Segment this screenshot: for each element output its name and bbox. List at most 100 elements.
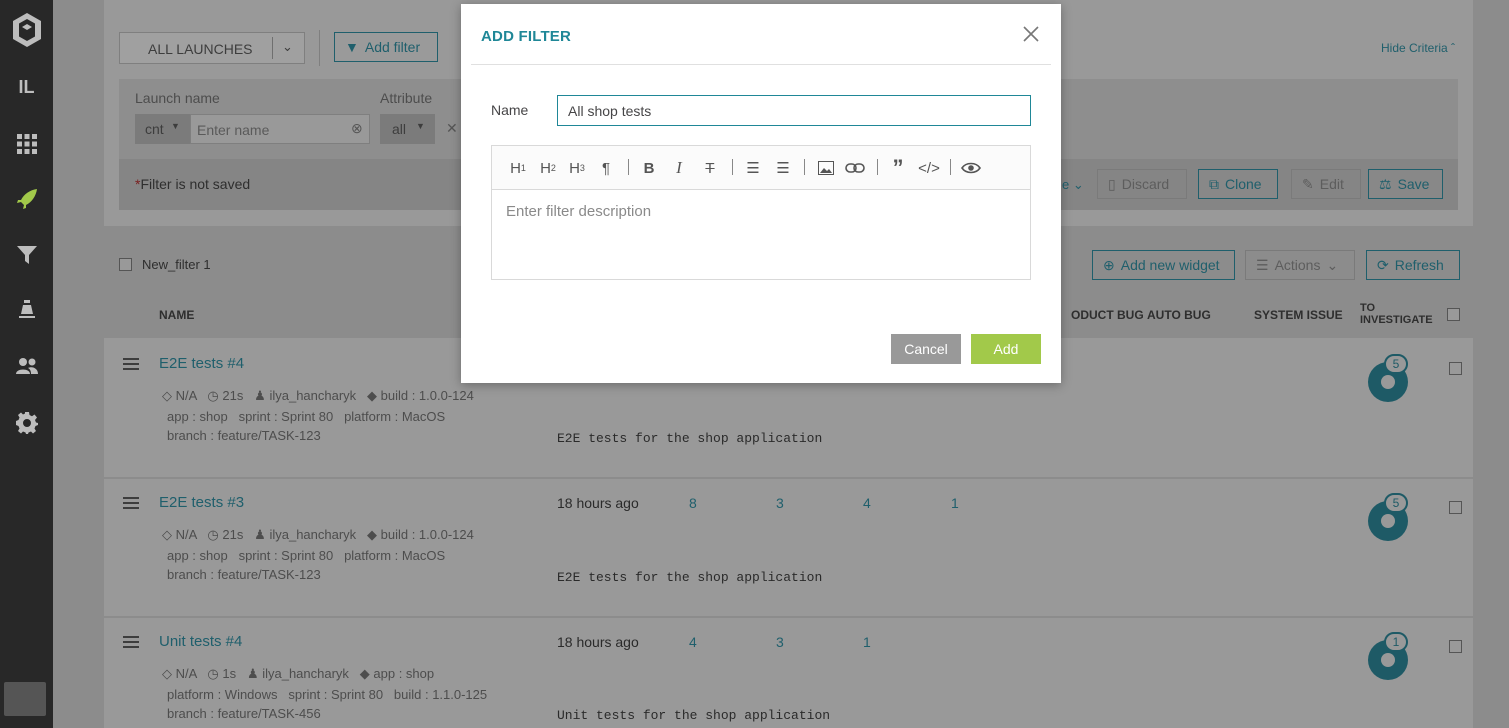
clear-icon[interactable]: ⊗ [351,120,363,137]
heading2-icon[interactable]: H2 [538,157,558,179]
column-header-auto-bug: AUTO BUG [1147,308,1211,322]
toolbar-separator [950,159,951,175]
launch-owner: ilya_hancharyk [269,527,357,542]
skipped-count[interactable]: 1 [951,495,959,511]
row-checkbox[interactable] [1449,640,1462,653]
launches-icon[interactable] [0,179,53,219]
filter-not-saved-text: *Filter is not saved [135,176,250,192]
row-checkbox[interactable] [1449,501,1462,514]
discard-button[interactable]: ▯ Discard [1097,169,1187,199]
launch-duration: 21s [222,388,244,403]
attribute-condition-value: all [392,121,407,137]
launch-start-time: 18 hours ago [557,495,639,511]
quote-icon[interactable]: ” [888,155,908,180]
add-filter-button[interactable]: ▼ Add filter [334,32,438,62]
save-button[interactable]: ⚖ Save [1368,169,1443,199]
filter-name: New_filter 1 [142,257,211,272]
launch-description: E2E tests for the shop application [557,570,823,585]
failed-count[interactable]: 4 [863,495,871,511]
link-icon[interactable] [844,157,866,179]
attribute-condition-select[interactable]: all ▼ [380,114,435,144]
passed-count[interactable]: 3 [776,634,784,650]
members-icon[interactable] [0,346,53,386]
launch-name-label: Launch name [135,90,220,106]
launch-duration: 21s [222,527,244,542]
launch-name-link[interactable]: Unit tests #4 [159,633,242,650]
launch-name-input[interactable]: Enter name ⊗ [190,114,370,144]
to-investigate-badge: 1 [1384,632,1408,652]
select-filter-checkbox[interactable] [119,258,132,271]
strikethrough-icon[interactable]: T [700,157,720,179]
user-avatar[interactable] [4,682,46,716]
launches-select-label: ALL LAUNCHES [148,41,253,57]
launches-select[interactable]: ALL LAUNCHES ⌄ [119,32,305,64]
toolbar-separator [628,159,629,175]
more-dropdown-label: e [1062,177,1070,192]
numbered-list-icon[interactable]: ☰ [772,157,794,179]
select-all-checkbox[interactable] [1447,308,1460,321]
hide-criteria-label: Hide Criteria [1381,41,1448,55]
launch-name-placeholder: Enter name [197,122,270,138]
heading3-icon[interactable]: H3 [567,157,587,179]
caret-down-icon: ▼ [171,121,180,131]
launch-name-link[interactable]: E2E tests #4 [159,355,244,372]
heading1-icon[interactable]: H1 [508,157,528,179]
logo-icon[interactable] [0,10,53,50]
project-initials-icon[interactable]: IL [0,67,53,107]
actions-dropdown[interactable]: ☰ Actions ⌄ [1245,250,1355,280]
caret-down-icon: ▼ [416,121,425,131]
launch-na: N/A [175,388,197,403]
image-icon[interactable] [816,157,836,179]
to-investigate-badge: 5 [1384,354,1408,374]
add-button[interactable]: Add [971,334,1041,364]
filters-icon[interactable] [0,235,53,275]
launch-attr: build : 1.0.0-124 [380,388,474,403]
passed-count[interactable]: 3 [776,495,784,511]
launch-attr: sprint : Sprint 80 [238,548,334,563]
settings-icon[interactable] [0,403,53,443]
hide-criteria-link[interactable]: Hide Criteria ˆ [1381,41,1455,55]
bullet-list-icon[interactable]: ☰ [742,157,764,179]
description-placeholder[interactable]: Enter filter description [506,203,651,220]
condition-select[interactable]: cnt ▼ [135,114,190,144]
italic-icon[interactable]: I [670,157,688,179]
dashboard-icon[interactable] [0,124,53,164]
debug-icon[interactable] [0,291,53,331]
column-header-system-issue: SYSTEM ISSUE [1254,308,1343,322]
refresh-button[interactable]: ⟳ Refresh [1366,250,1460,280]
toolbar-separator [732,159,733,175]
clone-label: Clone [1225,176,1262,192]
launch-attr: platform : MacOS [344,409,446,424]
remove-attribute-icon[interactable]: ✕ [446,120,458,137]
row-checkbox[interactable] [1449,362,1462,375]
launch-attr: platform : MacOS [344,548,446,563]
bold-icon[interactable]: B [640,157,658,179]
launch-owner: ilya_hancharyk [262,666,349,681]
drag-handle-icon[interactable] [123,636,139,651]
more-dropdown[interactable]: e ⌄ [1062,177,1084,193]
refresh-label: Refresh [1394,257,1444,273]
paragraph-icon[interactable]: ¶ [597,157,615,179]
launch-na: N/A [175,666,197,681]
total-count[interactable]: 8 [689,495,697,511]
list-icon: ☰ [1256,256,1269,273]
total-count[interactable]: 4 [689,634,697,650]
editor-toolbar: H1 H2 H3 ¶ B I T ☰ ☰ ” </> [492,146,1030,190]
launch-name-link[interactable]: E2E tests #3 [159,494,244,511]
filter-name-input[interactable] [557,95,1031,126]
edit-button[interactable]: ✎ Edit [1291,169,1361,199]
launch-description: E2E tests for the shop application [557,431,823,446]
code-icon[interactable]: </> [916,157,942,179]
close-icon[interactable] [1019,22,1043,46]
preview-eye-icon[interactable] [960,157,982,179]
drag-handle-icon[interactable] [123,497,139,512]
launch-meta-line2: platform : Windows sprint : Sprint 80 bu… [167,687,487,702]
clone-button[interactable]: ⧉ Clone [1198,169,1278,199]
cancel-button[interactable]: Cancel [891,334,961,364]
launch-attr: build : 1.1.0-125 [393,687,488,702]
drag-handle-icon[interactable] [123,358,139,373]
add-new-widget-button[interactable]: ⊕ Add new widget [1092,250,1235,280]
launch-attr: build : 1.0.0-124 [380,527,474,542]
clone-icon: ⧉ [1209,175,1219,192]
failed-count[interactable]: 1 [863,634,871,650]
